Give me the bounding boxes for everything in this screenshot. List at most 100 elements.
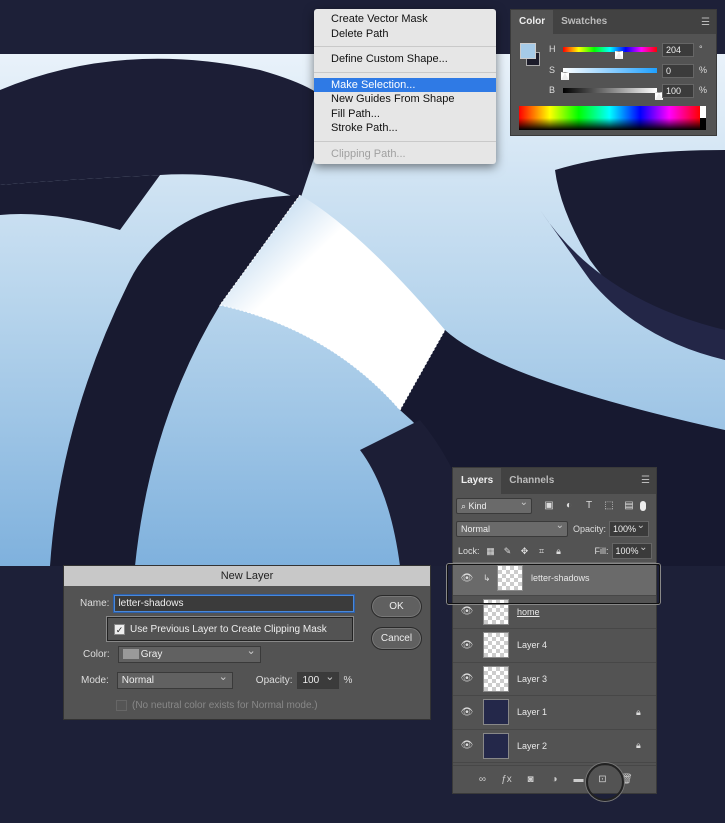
menu-item-delete-path[interactable]: Delete Path — [314, 27, 496, 42]
fx-icon[interactable]: ƒx — [500, 774, 514, 785]
layer-thumbnail — [483, 665, 509, 692]
fill-label: Fill: — [594, 546, 609, 556]
menu-item-new-guides-from-shape[interactable]: New Guides From Shape — [314, 92, 496, 107]
layer-row[interactable]: 👁︎ Layer 1 🔒︎ — [453, 696, 656, 730]
link-icon[interactable]: ∞ — [476, 774, 490, 785]
lock-row: Lock: ▦ ✎ ✥ ⌗ 🔒︎ Fill: 100% — [453, 540, 656, 562]
mode-select[interactable]: Normal — [116, 670, 233, 689]
white-swatch[interactable] — [700, 106, 706, 118]
panel-menu-icon[interactable]: ☰ — [701, 17, 710, 28]
opacity-input[interactable]: 100 — [297, 670, 340, 689]
foreground-color-swatch[interactable] — [520, 43, 536, 59]
color-row: Color: Gray — [83, 644, 261, 663]
neutral-row: (No neutral color exists for Normal mode… — [116, 700, 318, 711]
layer-row[interactable]: 👁︎ home — [453, 596, 656, 629]
clipping-mask-option[interactable]: ✓ Use Previous Layer to Create Clipping … — [107, 617, 353, 641]
adjustment-icon[interactable]: ◑ — [548, 774, 562, 785]
lock-artboard-icon[interactable]: ⌗ — [536, 545, 548, 557]
path-context-menu: Create Vector Mask Delete Path Define Cu… — [314, 9, 496, 164]
opacity-label: Opacity: — [255, 675, 293, 686]
layer-name-input[interactable]: letter-shadows — [114, 595, 355, 612]
hue-track[interactable] — [563, 47, 657, 52]
new-layer-icon[interactable]: ⊡ — [596, 774, 610, 785]
lock-all-icon[interactable]: 🔒︎ — [553, 545, 565, 557]
layer-row[interactable]: 👁︎ Layer 2 🔒︎ — [453, 730, 656, 763]
smart-object-filter-icon[interactable]: ▤ — [622, 499, 636, 513]
menu-item-define-custom-shape[interactable]: Define Custom Shape... — [314, 52, 496, 67]
hue-slider-thumb[interactable] — [614, 51, 623, 59]
mask-icon[interactable]: ◙ — [524, 774, 538, 785]
layer-thumbnail — [483, 732, 509, 759]
cancel-button[interactable]: Cancel — [371, 627, 422, 650]
visibility-eye-icon[interactable]: 👁︎ — [453, 707, 481, 718]
menu-item-create-vector-mask[interactable]: Create Vector Mask — [314, 12, 496, 27]
folder-icon[interactable]: ▬ — [572, 774, 586, 785]
fill-field[interactable]: 100% — [611, 541, 652, 559]
color-spectrum-ramp[interactable] — [519, 106, 700, 130]
menu-item-make-selection[interactable]: Make Selection... — [314, 77, 496, 92]
blend-mode-select[interactable]: Normal — [456, 519, 568, 537]
color-select-value: Gray — [140, 649, 163, 660]
brightness-value-field[interactable]: 100 — [662, 84, 694, 98]
adjustment-filter-icon[interactable]: ◐ — [562, 499, 576, 513]
layer-row[interactable]: 👁︎ ↳ letter-shadows — [453, 562, 656, 596]
tab-color[interactable]: Color — [511, 10, 554, 34]
color-label: Color: — [83, 649, 110, 660]
visibility-eye-icon[interactable]: 👁︎ — [453, 740, 481, 751]
layer-thumbnail — [483, 699, 509, 726]
menu-item-stroke-path[interactable]: Stroke Path... — [314, 121, 496, 136]
tab-swatches[interactable]: Swatches — [553, 10, 615, 34]
filter-toggle[interactable] — [640, 501, 646, 511]
ok-button[interactable]: OK — [371, 595, 422, 618]
neutral-color-checkbox — [116, 700, 127, 711]
opacity-field[interactable]: 100% — [609, 519, 650, 537]
layer-name[interactable]: Layer 3 — [517, 674, 656, 684]
brightness-track[interactable] — [563, 88, 657, 93]
layer-row[interactable]: 👁︎ Layer 4 — [453, 629, 656, 663]
saturation-value-field[interactable]: 0 — [662, 64, 694, 78]
type-filter-icon[interactable]: T — [582, 499, 596, 513]
layer-name[interactable]: letter-shadows — [531, 573, 656, 583]
clipping-mask-checkbox[interactable]: ✓ — [114, 623, 125, 635]
layer-row[interactable]: 👁︎ Layer 3 — [453, 663, 656, 696]
brightness-unit: % — [699, 85, 708, 95]
layer-name[interactable]: Layer 2 — [517, 741, 636, 751]
menu-item-clipping-path: Clipping Path... — [331, 147, 406, 160]
name-label: Name: — [80, 598, 110, 609]
layer-name[interactable]: Layer 4 — [517, 640, 656, 650]
lock-position-icon[interactable]: ✥ — [519, 545, 531, 557]
layers-panel: Layers Channels ☰ ⌕ Kind ▣ ◐ T ⬚ ▤ Norma… — [452, 467, 657, 794]
saturation-track[interactable] — [563, 68, 657, 73]
lock-icon: 🔒︎ — [636, 706, 641, 717]
filter-kind-select[interactable]: ⌕ Kind — [456, 496, 532, 514]
visibility-eye-icon[interactable]: 👁︎ — [453, 573, 481, 584]
opacity-unit: % — [343, 675, 353, 686]
color-panel-tabs: Color Swatches ☰ — [511, 10, 716, 34]
menu-item-fill-path[interactable]: Fill Path... — [314, 107, 496, 122]
visibility-eye-icon[interactable]: 👁︎ — [453, 606, 481, 617]
filter-kind-label: Kind — [468, 501, 487, 511]
mode-label: Mode: — [81, 675, 109, 686]
saturation-slider-thumb[interactable] — [561, 72, 569, 80]
blend-row: Normal Opacity: 100% — [453, 518, 656, 540]
layer-name[interactable]: home — [517, 607, 656, 617]
brightness-label: B — [549, 85, 556, 95]
color-select[interactable]: Gray — [117, 644, 261, 663]
layer-filter-bar: ⌕ Kind ▣ ◐ T ⬚ ▤ — [453, 494, 656, 518]
lock-icon: 🔒︎ — [636, 740, 641, 751]
clipping-mask-label: Use Previous Layer to Create Clipping Ma… — [130, 623, 327, 635]
black-swatch[interactable] — [700, 118, 706, 130]
visibility-eye-icon[interactable]: 👁︎ — [453, 673, 481, 684]
visibility-eye-icon[interactable]: 👁︎ — [453, 640, 481, 651]
lock-label: Lock: — [458, 546, 480, 556]
shape-filter-icon[interactable]: ⬚ — [602, 499, 616, 513]
layer-name[interactable]: Layer 1 — [517, 707, 636, 717]
lock-transparent-icon[interactable]: ▦ — [485, 545, 497, 557]
image-filter-icon[interactable]: ▣ — [542, 499, 556, 513]
tab-layers[interactable]: Layers — [453, 468, 502, 494]
lock-paint-icon[interactable]: ✎ — [502, 545, 514, 557]
trash-icon[interactable]: 🗑︎ — [620, 774, 634, 785]
panel-menu-icon[interactable]: ☰ — [641, 475, 650, 486]
hue-value-field[interactable]: 204 — [662, 43, 694, 57]
tab-channels[interactable]: Channels — [501, 468, 562, 494]
